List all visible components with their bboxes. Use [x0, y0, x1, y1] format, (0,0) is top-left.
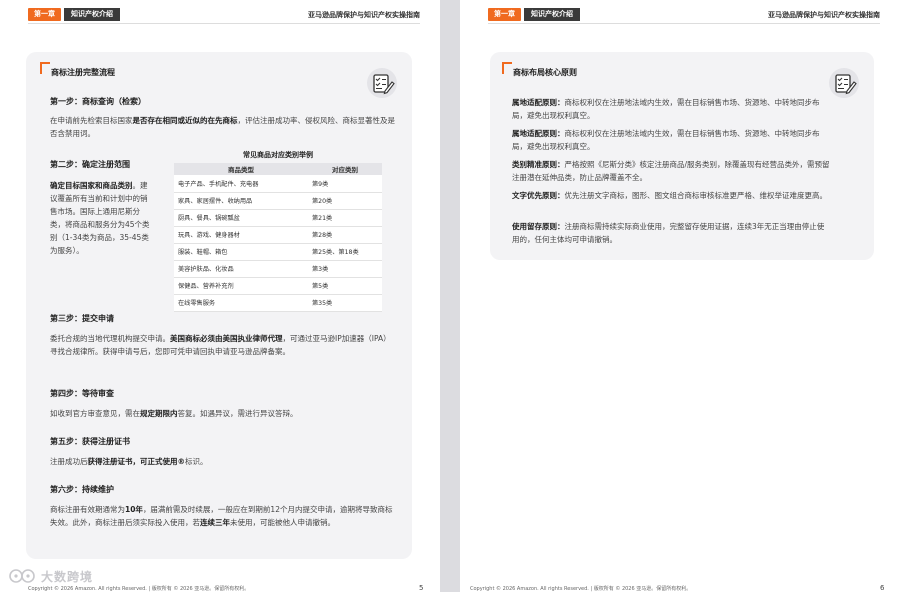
cell-type: 在线零售服务: [174, 294, 308, 312]
cell-type: 家具、家居摆件、收纳用品: [174, 192, 308, 210]
col-header-class: 对应类别: [308, 163, 382, 175]
trademark-principles-card: 商标布局核心原则 属地适配原则：商标权利仅在注册地法域内生效，需在目标销售市场、…: [490, 52, 874, 260]
page-number: 5: [419, 584, 424, 592]
principle-territorial-2: 属地适配原则：商标权利仅在注册地法域内生效，需在目标销售市场、货源地、中转地同步…: [512, 129, 820, 151]
principle-category: 类别精准原则：严格按照《尼斯分类》核定注册商品/服务类别，除覆盖现有经营品类外，…: [512, 160, 830, 182]
copyright-footer: Copyright © 2026 Amazon. All rights Rese…: [470, 586, 692, 592]
document-title: 亚马逊品牌保护与知识产权实操指南: [768, 11, 880, 19]
page-number: 6: [880, 584, 885, 592]
step5-text: 注册成功后获得注册证书，可正式使用®标识。: [50, 457, 208, 466]
step6-heading: 第六步：持续维护: [50, 485, 114, 494]
table-row: 家具、家居摆件、收纳用品 第20类: [174, 192, 382, 210]
checklist-icon: [367, 68, 397, 98]
table-row: 美容护肤品、化妆品 第3类: [174, 260, 382, 278]
page-gutter: [440, 0, 460, 592]
cell-type: 厨具、餐具、锅碗瓢盆: [174, 209, 308, 227]
document-title: 亚马逊品牌保护与知识产权实操指南: [308, 11, 420, 19]
table-row: 电子产品、手机配件、充电器 第9类: [174, 175, 382, 193]
cell-type: 玩具、游戏、健身器材: [174, 226, 308, 244]
cell-class: 第35类: [308, 294, 382, 312]
step4-text: 如收到官方审查意见，需在规定期限内答复。如遇异议，需进行异议答辩。: [50, 409, 298, 418]
step5-heading: 第五步：获得注册证书: [50, 437, 130, 446]
copyright-footer: Copyright © 2026 Amazon. All rights Rese…: [28, 586, 250, 592]
step3-heading: 第三步：提交申请: [50, 314, 114, 323]
step1-text: 在申请前先检索目标国家是否存在相同或近似的在先商标，评估注册成功率、侵权风险、商…: [50, 116, 395, 138]
table-header-row: 商品类型 对应类别: [174, 163, 382, 175]
accent-corner: [502, 62, 512, 74]
section-chip: 知识产权介绍: [524, 8, 580, 21]
step3-text: 委托合规的当地代理机构提交申请。美国商标必须由美国执业律师代理，可通过亚马逊IP…: [50, 334, 391, 356]
table-row: 在线零售服务 第35类: [174, 294, 382, 312]
accent-corner: [40, 62, 50, 74]
chapter-chip: 第一章: [488, 8, 521, 21]
table-row: 厨具、餐具、锅碗瓢盆 第21类: [174, 209, 382, 227]
cell-type: 保健品、营养补充剂: [174, 277, 308, 295]
chapter-chip: 第一章: [28, 8, 61, 21]
page-header: 第一章 知识产权介绍 亚马逊品牌保护与知识产权实操指南: [28, 6, 420, 24]
step4-heading: 第四步：等待审查: [50, 389, 114, 398]
card-title: 商标注册完整流程: [51, 68, 115, 77]
cell-class: 第20类: [308, 192, 382, 210]
step2-text: 确定目标国家和商品类别。建议覆盖所有当前和计划中的销售市场。国际上通用尼斯分类，…: [50, 181, 150, 255]
page-header: 第一章 知识产权介绍 亚马逊品牌保护与知识产权实操指南: [488, 6, 880, 24]
category-table: 常见商品对应类别举例 商品类型 对应类别 电子产品、手机配件、充电器 第9类 家具…: [174, 149, 382, 312]
watermark-text: 大数跨境: [41, 569, 94, 584]
cell-class: 第21类: [308, 209, 382, 227]
cell-class: 第25类、第18类: [308, 243, 382, 261]
section-chip: 知识产权介绍: [64, 8, 120, 21]
cell-class: 第9类: [308, 175, 382, 193]
step1-heading: 第一步：商标查询（检索）: [50, 97, 146, 106]
checklist-icon: [829, 68, 859, 98]
cell-type: 美容护肤品、化妆品: [174, 260, 308, 278]
principle-word-mark: 文字优先原则：优先注册文字商标，图形、图文组合商标审核标准更严格、维权举证难度更…: [512, 191, 827, 200]
cell-class: 第3类: [308, 260, 382, 278]
cell-type: 电子产品、手机配件、充电器: [174, 175, 308, 193]
step6-text: 商标注册有效期通常为10年，届满前需及时续展，一般应在到期前12个月内提交申请，…: [50, 505, 393, 527]
principle-territorial-1: 属地适配原则：商标权利仅在注册地法域内生效，需在目标销售市场、货源地、中转地同步…: [512, 98, 820, 120]
cell-class: 第28类: [308, 226, 382, 244]
principle-use-evidence: 使用留存原则：注册商标需持续实际商业使用，完整留存使用证据，连续3年无正当理由停…: [512, 222, 825, 244]
card-title: 商标布局核心原则: [513, 68, 577, 77]
table-caption: 常见商品对应类别举例: [243, 151, 313, 159]
col-header-type: 商品类型: [174, 163, 308, 175]
cell-type: 服装、鞋帽、箱包: [174, 243, 308, 261]
step2-heading: 第二步：确定注册范围: [50, 160, 130, 169]
table-row: 玩具、游戏、健身器材 第28类: [174, 226, 382, 244]
watermark-logo-icon: [9, 569, 35, 583]
table-row: 保健品、营养补充剂 第5类: [174, 277, 382, 295]
watermark: 大数跨境: [8, 566, 93, 586]
cell-class: 第5类: [308, 277, 382, 295]
table-row: 服装、鞋帽、箱包 第25类、第18类: [174, 243, 382, 261]
